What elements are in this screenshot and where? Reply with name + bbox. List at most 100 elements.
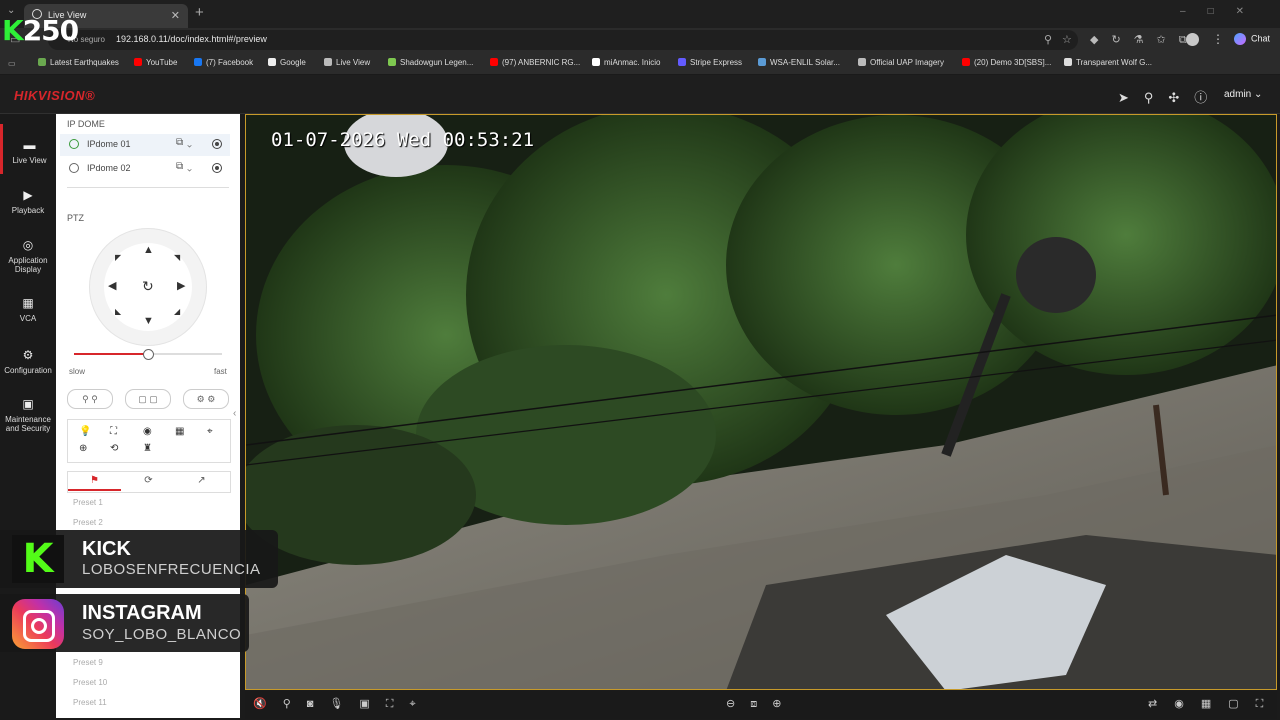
tab-preset[interactable]: ⚑ <box>68 471 121 491</box>
nav-label: Maintenance and Security <box>5 415 51 433</box>
bookmark-star-icon[interactable]: ⚲☆ <box>1044 33 1082 46</box>
stream-type-icon[interactable]: ⧉⌄ <box>176 137 196 148</box>
bookmark-item[interactable]: Latest Earthquakes <box>38 58 119 67</box>
bookmark-favicon-icon <box>490 58 498 66</box>
nav-live-view[interactable]: ▬ Live View <box>0 124 56 174</box>
nav-configuration[interactable]: ⚙ Configuration <box>0 348 56 375</box>
camera-name: IPdome 01 <box>87 139 131 149</box>
bookmark-item[interactable]: YouTube <box>134 58 177 67</box>
nav-vca[interactable]: ▦ VCA <box>0 296 56 323</box>
bookmark-favicon-icon <box>962 58 970 66</box>
ptz-down-arrow-icon[interactable]: ▼ <box>143 315 154 327</box>
reset-icon[interactable]: ⟲ <box>110 443 118 454</box>
bookmark-item[interactable]: (20) Demo 3D[SBS]... <box>962 58 1051 67</box>
bookmark-item[interactable]: Stripe Express <box>678 58 742 67</box>
tab-patrol[interactable]: ⟳ <box>122 471 175 491</box>
nav-label: Playback <box>11 206 45 215</box>
preset-item[interactable]: Preset 10 <box>73 678 107 687</box>
iris-buttons[interactable]: ⚙ ⚙ <box>183 389 229 409</box>
preset-item[interactable]: Preset 1 <box>73 498 103 507</box>
close-tab-icon[interactable]: ✕ <box>171 9 180 22</box>
nav-label: Live View <box>12 156 47 165</box>
stream-type-icon[interactable]: ⧉⌄ <box>176 161 196 172</box>
bookmark-item[interactable]: Transparent Wolf G... <box>1064 58 1152 67</box>
nav-maintenance-security[interactable]: ▣ Maintenance and Security <box>0 397 56 433</box>
bookmark-item[interactable]: miAnmac. Inicio <box>592 58 660 67</box>
url-text[interactable]: 192.168.0.11/doc/index.html#/preview <box>116 34 267 44</box>
bookmark-item[interactable]: (7) Facebook <box>194 58 253 67</box>
record-icon[interactable] <box>212 163 222 173</box>
ptz-down-left-arrow-icon[interactable]: ◣ <box>115 307 121 316</box>
ptz-up-left-arrow-icon[interactable]: ◤ <box>115 253 121 262</box>
bookmark-item[interactable]: Live View <box>324 58 370 67</box>
bookmark-favicon-icon <box>134 58 142 66</box>
camera-item[interactable]: IPdome 01 ⧉⌄ <box>60 134 230 156</box>
chat-button[interactable]: Chat <box>1234 33 1270 45</box>
video-tools-center[interactable]: ⊖⧈⊕ <box>726 697 796 711</box>
focus-frame-icon[interactable]: ⛶ <box>110 426 117 437</box>
bookmark-label: Stripe Express <box>690 58 743 67</box>
user-name: admin <box>1224 89 1252 100</box>
bookmark-favicon-icon <box>388 58 396 66</box>
profile-avatar[interactable] <box>1186 33 1199 46</box>
maintenance-icon: ▣ <box>22 397 34 411</box>
extension-icons[interactable]: ◆↻⚗✩⧉ <box>1090 33 1200 47</box>
collapse-panel-icon[interactable]: ‹ <box>233 408 236 419</box>
park-icon[interactable]: ♜ <box>143 443 152 454</box>
window-controls[interactable]: –□✕ <box>1180 6 1266 17</box>
tab-pattern[interactable]: ↗ <box>175 471 228 491</box>
bookmark-favicon-icon <box>194 58 202 66</box>
browser-menu-icon[interactable]: ⋮ <box>1212 32 1224 46</box>
camera-group-label: IP DOME <box>67 119 105 129</box>
auto-track-icon[interactable]: ⌖ <box>207 426 213 437</box>
focus-buttons[interactable]: ▢ ▢ <box>125 389 171 409</box>
copilot-icon <box>1234 33 1246 45</box>
preset-item[interactable]: Preset 9 <box>73 658 103 667</box>
bookmark-favicon-icon <box>758 58 766 66</box>
zoom-buttons[interactable]: ⚲ ⚲ <box>67 389 113 409</box>
live-video[interactable] <box>245 114 1277 690</box>
ptz-up-arrow-icon[interactable]: ▲ <box>143 244 154 256</box>
record-icon[interactable] <box>212 139 222 149</box>
bookmark-item[interactable]: WSA-ENLIL Solar... <box>758 58 840 67</box>
ptz-down-right-arrow-icon[interactable]: ◢ <box>174 307 180 316</box>
video-tools-right[interactable]: ⇄◉▦▢⛶ <box>1148 697 1280 711</box>
bookmark-label: YouTube <box>146 58 178 67</box>
wiper-icon[interactable]: ◉ <box>143 426 152 437</box>
header-icons[interactable]: ➤⚲✣ⓘ <box>1118 87 1222 106</box>
bookmark-favicon-icon <box>324 58 332 66</box>
flag-icon: ⚑ <box>90 475 99 486</box>
k250-logo: K250 <box>2 14 79 47</box>
video-tools-left[interactable]: 🔇⚲◙🎙▣⛶⌖ <box>253 697 432 711</box>
new-tab-button[interactable]: + <box>195 4 204 21</box>
ptz-auto-scan-icon[interactable]: ↻ <box>142 278 154 295</box>
ptz-up-right-arrow-icon[interactable]: ◥ <box>174 253 180 262</box>
bookmark-item[interactable]: Google <box>268 58 306 67</box>
hikvision-logo: HIKVISION® <box>14 88 96 103</box>
ptz-right-arrow-icon[interactable]: ▶ <box>177 279 185 292</box>
gear-icon: ⚙ <box>22 348 34 362</box>
light-icon[interactable]: 💡 <box>79 426 91 437</box>
nav-playback[interactable]: ▶ Playback <box>0 188 56 215</box>
nav-application-display[interactable]: ◎ Application Display <box>0 238 56 274</box>
preset-item[interactable]: Preset 2 <box>73 518 103 527</box>
osd-timestamp: 01-07-2026 Wed 00:53:21 <box>271 129 535 151</box>
ptz-label: PTZ <box>67 213 84 223</box>
bookmark-item[interactable]: (97) ANBERNIC RG... <box>490 58 580 67</box>
nav-label: Configuration <box>4 366 52 375</box>
bookmarks-menu-icon[interactable]: ▭ <box>8 59 16 68</box>
ptz-speed-handle[interactable] <box>143 349 154 360</box>
camera-name: IPdome 02 <box>87 163 131 173</box>
patrol-icon: ⟳ <box>144 475 153 486</box>
ptz-left-arrow-icon[interactable]: ◀ <box>108 279 116 292</box>
bookmark-item[interactable]: Shadowgun Legen... <box>388 58 473 67</box>
camera-item[interactable]: IPdome 02 ⧉⌄ <box>60 158 230 180</box>
bookmark-item[interactable]: Official UAP Imagery <box>858 58 944 67</box>
grid-icon[interactable]: ▦ <box>175 426 184 437</box>
zoom-in-area-icon[interactable]: ⊕ <box>79 443 87 454</box>
nav-label: Application Display <box>8 256 48 274</box>
k250-logo-number: 250 <box>22 14 79 47</box>
preset-item[interactable]: Preset 11 <box>73 698 107 707</box>
bookmark-label: (20) Demo 3D[SBS]... <box>974 58 1052 67</box>
user-menu[interactable]: admin ⌄ <box>1224 89 1262 100</box>
